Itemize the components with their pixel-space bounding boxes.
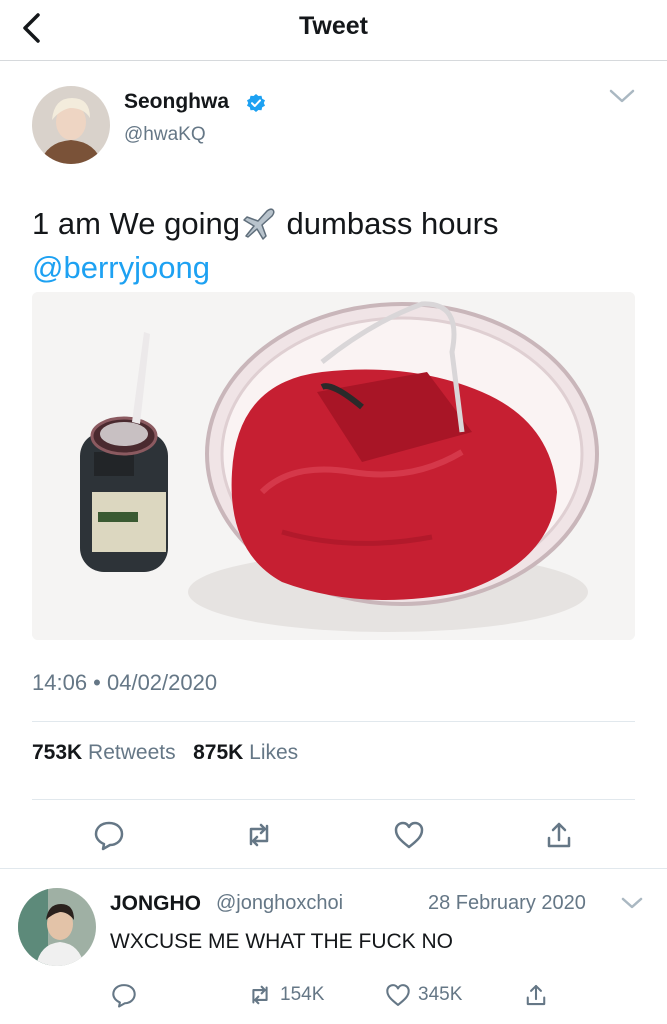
- reply-like-count: 345K: [418, 984, 463, 1005]
- share-icon[interactable]: [542, 818, 576, 852]
- reply-retweet-count: 154K: [280, 984, 325, 1005]
- tweet-text-start: 1 am We going: [32, 206, 240, 241]
- like-label[interactable]: Likes: [249, 741, 298, 764]
- reply-text: WXCUSE ME WHAT THE FUCK NO: [110, 930, 454, 953]
- divider: [32, 799, 635, 800]
- reply-icon[interactable]: [92, 818, 126, 852]
- tweet-text: 1 am We going dumbass hours @berryjoong: [32, 202, 632, 290]
- like-heart-icon: [386, 984, 410, 1006]
- retweet-label[interactable]: Retweets: [88, 741, 176, 764]
- tweet-text-end: dumbass hours: [277, 206, 499, 241]
- reply-retweet-button[interactable]: 154K: [246, 980, 324, 1010]
- tweet-timestamp: 14:06 • 04/02/2020: [32, 670, 218, 695]
- like-count[interactable]: 875K: [193, 741, 243, 764]
- divider: [0, 868, 667, 869]
- tweet-stats: 753K Retweets 875K Likes: [32, 741, 298, 765]
- reply-like-button[interactable]: 345K: [384, 980, 462, 1010]
- reply-author-handle[interactable]: @jonghoxchoi: [216, 892, 343, 915]
- airplane-emoji-icon: [240, 206, 278, 240]
- like-heart-icon[interactable]: [392, 818, 426, 852]
- chevron-down-icon[interactable]: [620, 894, 644, 912]
- reply-date: 28 February 2020: [428, 892, 586, 914]
- reply-author-avatar[interactable]: [18, 888, 96, 966]
- chevron-down-icon[interactable]: [608, 86, 636, 106]
- retweet-icon[interactable]: [242, 818, 276, 852]
- share-icon: [526, 984, 546, 1006]
- tweet-media-image[interactable]: [32, 292, 635, 640]
- author-name[interactable]: Seonghwa: [124, 90, 229, 114]
- reply-icon: [112, 984, 136, 1008]
- retweet-icon: [252, 985, 268, 1005]
- retweet-count[interactable]: 753K: [32, 741, 82, 764]
- page-title: Tweet: [299, 12, 368, 40]
- author-avatar[interactable]: [32, 86, 110, 164]
- author-handle[interactable]: @hwaKQ: [124, 124, 206, 146]
- reply-reply-button[interactable]: [110, 980, 144, 1010]
- reply-share-button[interactable]: [522, 980, 556, 1010]
- verified-badge-icon: [246, 93, 266, 113]
- mention-link[interactable]: @berryjoong: [32, 250, 210, 285]
- divider: [32, 721, 635, 722]
- reply-author-name[interactable]: JONGHO: [110, 892, 201, 916]
